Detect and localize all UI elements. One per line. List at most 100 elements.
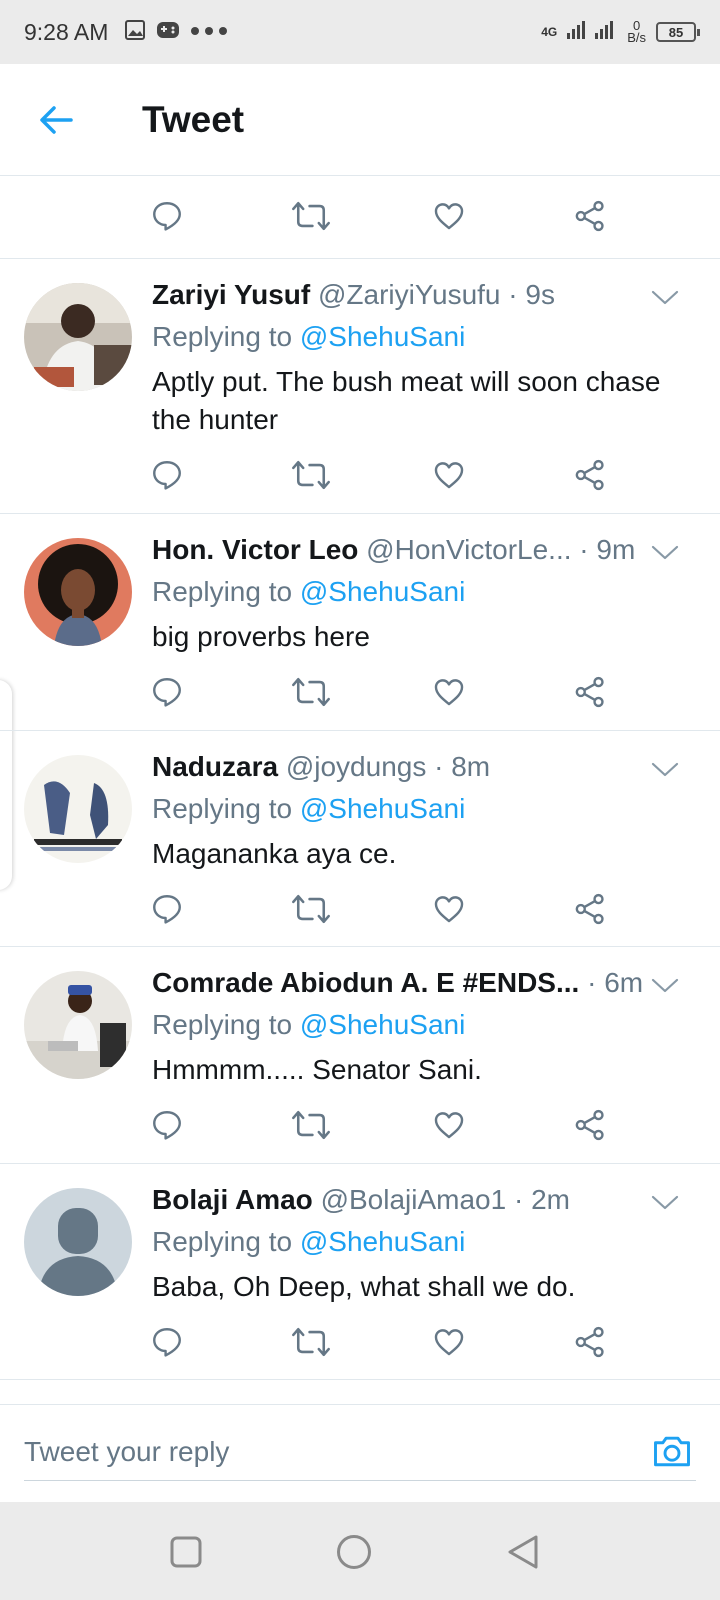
heart-icon (434, 679, 464, 706)
reply-button[interactable] (150, 889, 291, 929)
user-name[interactable]: Naduzara (152, 751, 278, 782)
user-name[interactable]: Zariyi Yusuf (152, 279, 310, 310)
tweet-text: big proverbs here (152, 621, 370, 652)
data-rate: 0 B/s (627, 19, 646, 44)
square-icon (170, 1536, 202, 1568)
share-button[interactable] (573, 672, 714, 712)
avatar[interactable] (24, 755, 132, 863)
tweet-text: Hmmmm..... Senator Sani. (152, 1054, 482, 1085)
share-icon (575, 1109, 604, 1141)
like-button[interactable] (432, 672, 573, 712)
mention-link[interactable]: @ShehuSani (300, 1226, 465, 1257)
mention-link[interactable]: @ShehuSani (300, 576, 465, 607)
reply-icon (153, 678, 181, 707)
retweet-icon (292, 677, 330, 707)
reply-input[interactable] (24, 1423, 696, 1481)
reply-icon (153, 1328, 181, 1357)
retweet-icon (292, 201, 330, 231)
circle-icon (337, 1535, 371, 1569)
retweet-button[interactable] (291, 455, 432, 495)
reply-button[interactable] (150, 672, 291, 712)
share-icon (575, 893, 604, 925)
camera-button[interactable] (650, 1429, 694, 1473)
retweet-button[interactable] (291, 889, 432, 929)
user-name[interactable]: Hon. Victor Leo (152, 534, 358, 565)
tweet-text: Baba, Oh Deep, what shall we do. (152, 1271, 576, 1302)
reply-tweet[interactable]: Naduzara @joydungs · 8m Replying to @She… (0, 731, 720, 947)
mention-link[interactable]: @ShehuSani (300, 1009, 465, 1040)
tweet-header: Hon. Victor Leo @HonVictorLe... · 9m (152, 534, 642, 566)
share-button[interactable] (573, 1322, 714, 1362)
replies-feed: Zariyi Yusuf @ZariyiYusufu · 9s Replying… (0, 176, 720, 1380)
triangle-back-icon (508, 1535, 538, 1569)
retweet-button[interactable] (291, 672, 432, 712)
replying-to-label: Replying to (152, 1226, 300, 1257)
avatar[interactable] (24, 538, 132, 646)
avatar[interactable] (24, 1188, 132, 1296)
tweet-actions (150, 455, 714, 495)
mention-link[interactable]: @ShehuSani (300, 321, 465, 352)
retweet-icon (292, 460, 330, 490)
mention-link[interactable]: @ShehuSani (300, 793, 465, 824)
reply-composer (0, 1404, 720, 1502)
tweet-text: Aptly put. The bush meat will soon chase… (152, 366, 661, 435)
user-handle: @joydungs (285, 751, 427, 782)
share-button[interactable] (573, 455, 714, 495)
previous-tweet-actions (0, 176, 720, 259)
user-handle: @BolajiAmao1 (320, 1184, 507, 1215)
tweet-time: · 6m (587, 967, 642, 998)
avatar[interactable] (24, 283, 132, 391)
replying-to-label: Replying to (152, 793, 300, 824)
replying-to: Replying to @ShehuSani (152, 793, 465, 825)
reply-button[interactable] (150, 1105, 291, 1145)
user-name[interactable]: Bolaji Amao (152, 1184, 313, 1215)
reply-icon (153, 895, 181, 924)
chevron-down-icon[interactable] (650, 542, 680, 562)
like-button[interactable] (432, 196, 573, 236)
tweet-actions (150, 889, 714, 929)
camera-icon (654, 1436, 690, 1467)
app-header: Tweet (0, 64, 720, 176)
share-button[interactable] (573, 196, 714, 236)
user-name[interactable]: Comrade Abiodun A. E #ENDS... (152, 967, 579, 998)
chevron-down-icon[interactable] (650, 287, 680, 307)
status-time: 9:28 AM (24, 18, 109, 45)
like-button[interactable] (432, 455, 573, 495)
reply-tweet[interactable]: Bolaji Amao @BolajiAmao1 · 2m Replying t… (0, 1164, 720, 1380)
retweet-button[interactable] (291, 196, 432, 236)
retweet-icon (292, 1327, 330, 1357)
like-button[interactable] (432, 889, 573, 929)
home-button[interactable] (334, 1532, 374, 1572)
heart-icon (434, 1329, 464, 1356)
default-profile-icon (24, 1188, 132, 1296)
like-button[interactable] (432, 1322, 573, 1362)
reply-tweet[interactable]: Zariyi Yusuf @ZariyiYusufu · 9s Replying… (0, 259, 720, 514)
like-button[interactable] (432, 1105, 573, 1145)
image-icon (124, 19, 146, 46)
tweet-actions (150, 1105, 714, 1145)
reply-button[interactable] (150, 1322, 291, 1362)
avatar[interactable] (24, 971, 132, 1079)
tweet-actions (150, 1322, 714, 1362)
game-controller-icon (156, 19, 180, 46)
share-button[interactable] (573, 1105, 714, 1145)
recents-button[interactable] (166, 1532, 206, 1572)
retweet-icon (292, 894, 330, 924)
retweet-button[interactable] (291, 1322, 432, 1362)
reply-icon (153, 461, 181, 490)
battery-icon: 85 (656, 22, 700, 42)
back-button[interactable] (28, 92, 84, 148)
reply-button[interactable] (150, 455, 291, 495)
chevron-down-icon[interactable] (650, 759, 680, 779)
share-button[interactable] (573, 889, 714, 929)
reply-tweet[interactable]: Comrade Abiodun A. E #ENDS... · 6m Reply… (0, 947, 720, 1164)
reply-button[interactable] (150, 196, 291, 236)
system-nav-bar (0, 1502, 720, 1600)
reply-tweet[interactable]: Hon. Victor Leo @HonVictorLe... · 9m Rep… (0, 514, 720, 731)
retweet-icon (292, 1110, 330, 1140)
tweet-header: Zariyi Yusuf @ZariyiYusufu · 9s (152, 279, 642, 311)
chevron-down-icon[interactable] (650, 975, 680, 995)
chevron-down-icon[interactable] (650, 1192, 680, 1212)
back-nav-button[interactable] (504, 1532, 544, 1572)
retweet-button[interactable] (291, 1105, 432, 1145)
